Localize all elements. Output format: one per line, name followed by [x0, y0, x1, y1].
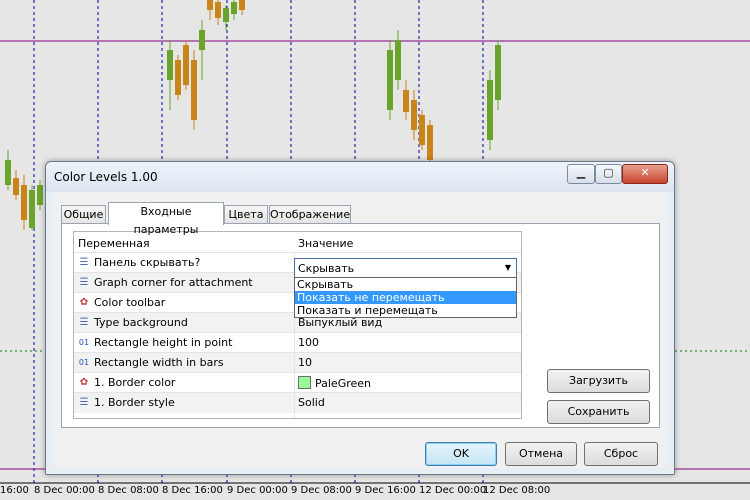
candle-body: [231, 2, 237, 14]
candle-body: [5, 160, 11, 185]
time-label: 16:00: [0, 485, 29, 496]
vertical-scrollbar[interactable]: ▲ ▼: [521, 232, 522, 418]
candle-body: [419, 115, 425, 145]
minimize-icon: ▁: [576, 166, 586, 179]
candle-body: [191, 60, 197, 120]
dropdown-option-show-move[interactable]: Показать и перемещать: [295, 304, 516, 317]
dialog-client: Общие Входные параметры Цвета Отображени…: [53, 192, 667, 468]
parameter-name: Rectangle width in bars: [94, 356, 224, 369]
candle-body: [395, 40, 401, 80]
candle-body: [37, 185, 43, 205]
candle-body: [239, 0, 245, 10]
parameter-name: Color toolbar: [94, 296, 166, 309]
enum-icon: ☰: [79, 317, 89, 328]
time-label: 12 Dec 00:00: [419, 485, 487, 496]
parameter-value[interactable]: 100: [298, 336, 319, 349]
reset-button[interactable]: Сброс: [584, 442, 658, 466]
close-icon: ✕: [640, 166, 650, 179]
load-button[interactable]: Загрузить: [547, 369, 650, 393]
table-row[interactable]: 01 Rectangle height in point 100: [74, 332, 521, 353]
hide-panel-select[interactable]: Скрывать ▼: [294, 258, 517, 278]
table-row[interactable]: ✿ 1. Border color PaleGreen: [74, 372, 521, 393]
candle-body: [207, 0, 213, 10]
parameter-name: Rectangle height in point: [94, 336, 233, 349]
color-name: PaleGreen: [315, 377, 372, 390]
time-label: 8 Dec 08:00: [98, 485, 159, 496]
table-row[interactable]: ☰ 1. Border style Solid: [74, 392, 521, 413]
enum-icon: ☰: [79, 277, 89, 288]
maximize-icon: ▢: [603, 166, 614, 179]
header-value[interactable]: Значение: [298, 237, 353, 250]
candle-body: [167, 50, 173, 80]
candle-body: [387, 50, 393, 110]
parameter-name: 1. Border style: [94, 396, 175, 409]
candle-body: [215, 2, 221, 18]
minimize-button[interactable]: ▁: [567, 164, 595, 184]
int-icon: 01: [78, 338, 90, 347]
title-bar[interactable]: Color Levels 1.00 ▁ ▢ ✕: [46, 162, 674, 192]
candle-body: [427, 125, 433, 160]
parameter-name: 1. Border color: [94, 376, 176, 389]
int-icon: 01: [78, 358, 90, 367]
candle-body: [403, 90, 409, 112]
candle-body: [175, 60, 181, 95]
candle-body: [223, 8, 229, 22]
time-label: 9 Dec 00:00: [227, 485, 288, 496]
candle-body: [199, 30, 205, 50]
select-value: Скрывать: [298, 262, 355, 275]
parameter-name: Type background: [94, 316, 188, 329]
candle-body: [487, 80, 493, 140]
palette-icon: ✿: [79, 377, 89, 388]
dropdown-list: Скрывать Показать не перемещать Показать…: [294, 277, 517, 318]
parameter-name: Панель скрывать?: [94, 256, 201, 269]
color-swatch: [298, 376, 311, 389]
time-label: 9 Dec 16:00: [355, 485, 416, 496]
parameter-value[interactable]: PaleGreen: [298, 376, 371, 390]
time-label: 8 Dec 16:00: [162, 485, 223, 496]
tab-general[interactable]: Общие: [61, 205, 106, 224]
candle-body: [29, 190, 35, 228]
candle-body: [495, 45, 501, 100]
tab-input-parameters[interactable]: Входные параметры: [108, 202, 224, 236]
tab-display[interactable]: Отображение: [269, 205, 351, 224]
cancel-button[interactable]: Отмена: [505, 442, 577, 466]
dropdown-option-hide[interactable]: Скрывать: [295, 278, 516, 291]
ok-button[interactable]: OK: [425, 442, 497, 466]
parameter-value[interactable]: 10: [298, 356, 312, 369]
window-title: Color Levels 1.00: [54, 170, 158, 184]
candle-body: [21, 185, 27, 220]
enum-icon: ☰: [79, 397, 89, 408]
parameter-value[interactable]: Solid: [298, 396, 325, 409]
time-label: 12 Dec 08:00: [483, 485, 551, 496]
dropdown-option-show-static[interactable]: Показать не перемещать: [295, 291, 516, 304]
palette-icon: ✿: [79, 297, 89, 308]
input-parameters-panel: Переменная Значение ☰Панель скрывать?Скр…: [61, 223, 660, 428]
time-label: 9 Dec 08:00: [291, 485, 352, 496]
time-label: 8 Dec 00:00: [34, 485, 95, 496]
save-button[interactable]: Сохранить: [547, 400, 650, 424]
chevron-down-icon[interactable]: ▼: [500, 259, 516, 277]
candle-body: [13, 178, 19, 195]
candle-body: [183, 45, 189, 85]
tab-colors[interactable]: Цвета: [224, 205, 268, 224]
enum-icon: ☰: [79, 257, 89, 268]
close-button[interactable]: ✕: [622, 164, 668, 184]
candle-body: [411, 100, 417, 130]
properties-dialog: Color Levels 1.00 ▁ ▢ ✕ Общие Входные па…: [45, 161, 675, 475]
parameter-name: Graph corner for attachment: [94, 276, 253, 289]
maximize-button[interactable]: ▢: [595, 164, 622, 184]
table-row[interactable]: 01 Rectangle width in bars 10: [74, 352, 521, 373]
